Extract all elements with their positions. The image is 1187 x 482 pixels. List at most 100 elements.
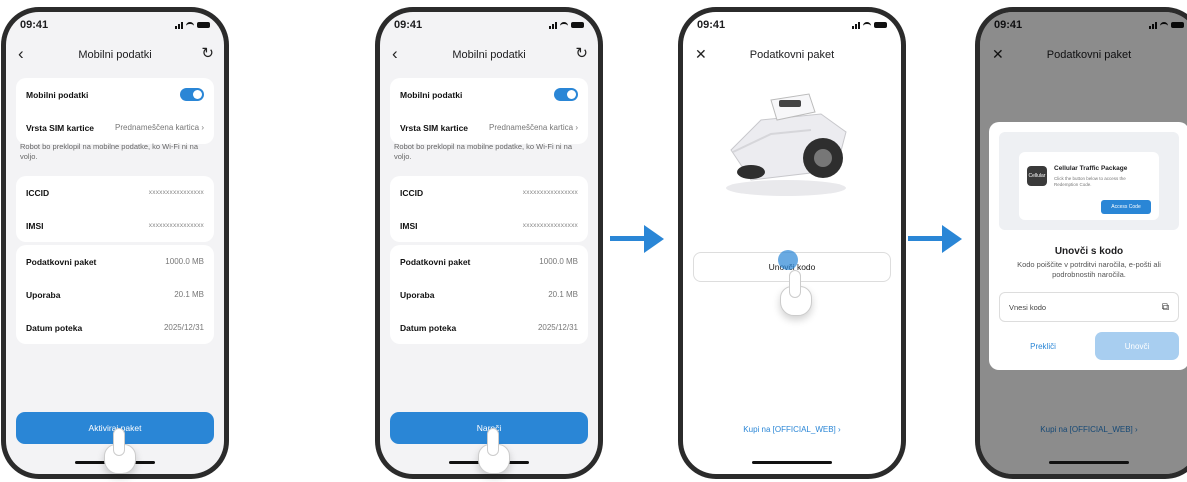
- phone-screen-1: 09:41 ‹ Mobilni podatki ↻ Mobilni podatk…: [1, 7, 229, 479]
- signal-icon: [852, 21, 860, 29]
- page-title: Podatkovni paket: [749, 49, 835, 61]
- back-icon[interactable]: ‹: [392, 44, 398, 64]
- imsi-row: IMSI xxxxxxxxxxxxxxxx: [390, 209, 588, 242]
- nav-bar: ✕ Podatkovni paket: [683, 42, 901, 68]
- arrow-right-icon: [908, 225, 962, 253]
- status-icons: [175, 21, 210, 29]
- sim-type-row[interactable]: Vrsta SIM kartice Prednameščena kartica …: [390, 111, 588, 144]
- settings-card: Mobilni podatki Vrsta SIM kartice Predna…: [16, 78, 214, 144]
- status-time: 09:41: [394, 19, 423, 31]
- imsi-value: xxxxxxxxxxxxxxxx: [522, 222, 578, 229]
- status-icons: [852, 21, 887, 29]
- buy-official-web-link[interactable]: Kupi na [OFFICIAL_WEB] ›: [683, 425, 901, 434]
- hand-pointer-icon: [104, 428, 136, 474]
- expiry-row: Datum poteka 2025/12/31: [16, 311, 214, 344]
- status-time: 09:41: [697, 19, 726, 31]
- sim-info-card: ICCID xxxxxxxxxxxxxxxx IMSI xxxxxxxxxxxx…: [390, 176, 588, 242]
- redeem-button[interactable]: Unovči: [1095, 332, 1179, 360]
- package-label: Podatkovni paket: [400, 256, 471, 267]
- package-row: Podatkovni paket 1000.0 MB: [390, 245, 588, 278]
- status-icons: [549, 21, 584, 29]
- package-card: Podatkovni paket 1000.0 MB Uporaba 20.1 …: [16, 245, 214, 344]
- iccid-value: xxxxxxxxxxxxxxxx: [522, 189, 578, 196]
- copy-icon[interactable]: ⧉: [1162, 302, 1169, 313]
- redeem-dialog: Cellular Cellular Traffic Package Click …: [989, 122, 1187, 370]
- page-title: Mobilni podatki: [452, 49, 526, 61]
- chevron-right-icon: ›: [575, 123, 578, 132]
- fallback-note: Robot bo preklopil na mobilne podatke, k…: [394, 142, 573, 162]
- home-indicator: [752, 461, 832, 464]
- wifi-icon: [863, 22, 871, 28]
- battery-icon: [571, 22, 584, 28]
- usage-row: Uporaba 20.1 MB: [16, 278, 214, 311]
- close-icon[interactable]: ✕: [695, 46, 707, 63]
- dialog-title: Unovči s kodo: [1054, 246, 1124, 257]
- signal-icon: [175, 21, 183, 29]
- iccid-label: ICCID: [26, 187, 50, 198]
- imsi-label: IMSI: [400, 220, 418, 231]
- cancel-button[interactable]: Prekliči: [999, 332, 1087, 360]
- mobile-data-label: Mobilni podatki: [400, 89, 463, 100]
- sim-type-row[interactable]: Vrsta SIM kartice Prednameščena kartica …: [16, 111, 214, 144]
- iccid-label: ICCID: [400, 187, 424, 198]
- iccid-value: xxxxxxxxxxxxxxxx: [148, 189, 204, 196]
- mobile-data-toggle[interactable]: [180, 88, 204, 101]
- fallback-note: Robot bo preklopil na mobilne podatke, k…: [20, 142, 199, 162]
- package-row: Podatkovni paket 1000.0 MB: [16, 245, 214, 278]
- usage-label: Uporaba: [26, 289, 61, 300]
- imsi-value: xxxxxxxxxxxxxxxx: [148, 222, 204, 229]
- mobile-data-screen: 09:41 ‹ Mobilni podatki ↻ Mobilni podatk…: [6, 12, 224, 474]
- status-bar: 09:41: [683, 12, 901, 38]
- expiry-label: Datum poteka: [400, 322, 457, 333]
- status-bar: 09:41: [380, 12, 598, 38]
- home-indicator: [1049, 461, 1129, 464]
- arrow-right-icon: [610, 225, 664, 253]
- data-package-screen: 09:41 ✕ Podatkovni paket Unovči kodo Kup…: [683, 12, 901, 474]
- robot-mower-image: [726, 93, 847, 196]
- refresh-icon[interactable]: ↻: [575, 44, 588, 62]
- settings-card: Mobilni podatki Vrsta SIM kartice Predna…: [390, 78, 588, 144]
- chevron-right-icon: ›: [201, 123, 204, 132]
- package-label: Podatkovni paket: [26, 256, 97, 267]
- mobile-data-row: Mobilni podatki: [16, 78, 214, 111]
- wifi-icon: [186, 22, 194, 28]
- hand-pointer-icon: [780, 270, 812, 316]
- signal-icon: [549, 21, 557, 29]
- chevron-right-icon: ›: [838, 425, 841, 434]
- wifi-icon: [560, 22, 568, 28]
- sim-type-label: Vrsta SIM kartice: [400, 122, 469, 133]
- battery-icon: [874, 22, 887, 28]
- code-input-placeholder: Vnesi kodo: [1009, 302, 1047, 312]
- phone-screen-4: 09:41 ✕ Podatkovni paket Kupi na [OFFICI…: [975, 7, 1187, 479]
- promo-card: Cellular Cellular Traffic Package Click …: [1019, 152, 1159, 220]
- sim-type-label: Vrsta SIM kartice: [26, 122, 95, 133]
- sim-info-card: ICCID xxxxxxxxxxxxxxxx IMSI xxxxxxxxxxxx…: [16, 176, 214, 242]
- promo-title: Cellular Traffic Package: [1054, 165, 1128, 172]
- mobile-data-toggle[interactable]: [554, 88, 578, 101]
- code-input[interactable]: Vnesi kodo ⧉: [999, 292, 1179, 322]
- usage-row: Uporaba 20.1 MB: [390, 278, 588, 311]
- page-title: Mobilni podatki: [78, 49, 152, 61]
- usage-value: 20.1 MB: [174, 290, 204, 299]
- mobile-data-screen-2: 09:41 ‹ Mobilni podatki ↻ Mobilni podatk…: [380, 12, 598, 474]
- battery-icon: [197, 22, 210, 28]
- imsi-row: IMSI xxxxxxxxxxxxxxxx: [16, 209, 214, 242]
- phone-screen-3: 09:41 ✕ Podatkovni paket Unovči kodo Kup…: [678, 7, 906, 479]
- hand-pointer-icon: [478, 428, 510, 474]
- imsi-label: IMSI: [26, 220, 44, 231]
- sim-type-value: Prednameščena kartica ›: [489, 123, 578, 132]
- dialog-description: Kodo poiščite v potrditvi naročila, e-po…: [1017, 260, 1161, 280]
- status-bar: 09:41: [6, 12, 224, 38]
- sim-type-value: Prednameščena kartica ›: [115, 123, 204, 132]
- expiry-label: Datum poteka: [26, 322, 83, 333]
- refresh-icon[interactable]: ↻: [201, 44, 214, 62]
- expiry-value: 2025/12/31: [537, 323, 578, 332]
- mobile-data-label: Mobilni podatki: [26, 89, 89, 100]
- back-icon[interactable]: ‹: [18, 44, 24, 64]
- phone-screen-2: 09:41 ‹ Mobilni podatki ↻ Mobilni podatk…: [375, 7, 603, 479]
- iccid-row: ICCID xxxxxxxxxxxxxxxx: [16, 176, 214, 209]
- cellular-package-icon: Cellular: [1027, 166, 1047, 186]
- iccid-row: ICCID xxxxxxxxxxxxxxxx: [390, 176, 588, 209]
- access-code-button[interactable]: Access Code: [1101, 200, 1151, 214]
- nav-bar: ‹ Mobilni podatki ↻: [6, 42, 224, 68]
